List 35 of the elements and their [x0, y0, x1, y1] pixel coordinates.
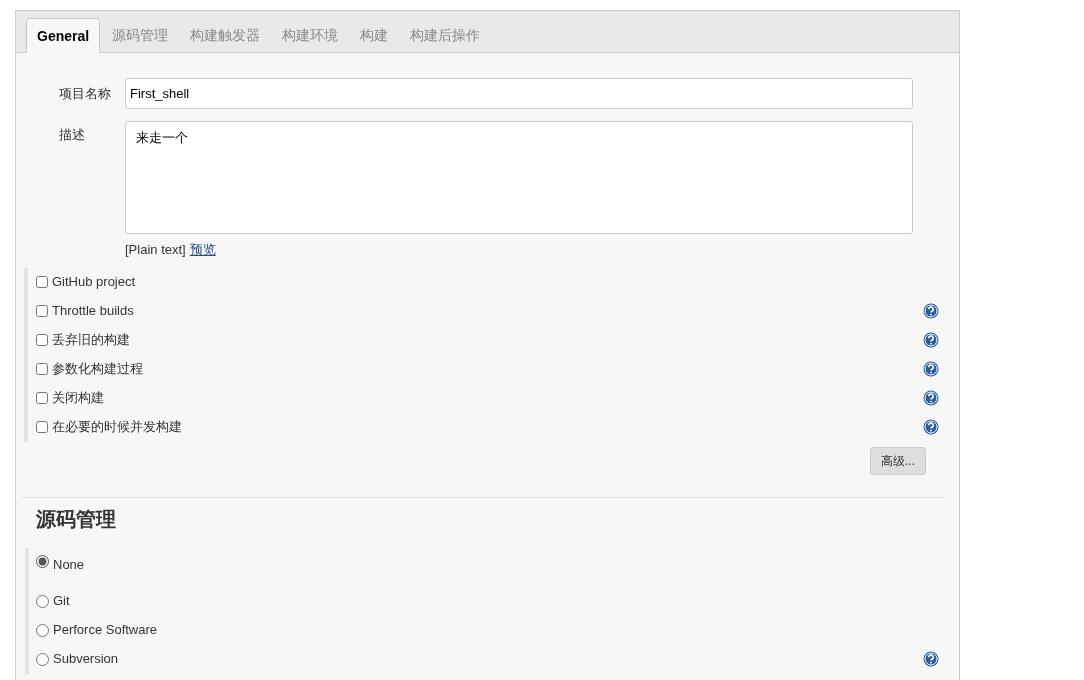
project-name-field[interactable]: First_shell	[125, 78, 913, 109]
radio-button[interactable]	[36, 652, 49, 666]
radio-button[interactable]	[36, 554, 49, 568]
checkbox[interactable]	[36, 363, 48, 375]
option-label: 在必要的时候并发构建	[52, 418, 183, 437]
option-label: 丢弃旧的构建	[52, 331, 131, 350]
help-icon[interactable]	[923, 390, 939, 406]
checkbox[interactable]	[36, 305, 48, 317]
format-label: [Plain text]	[125, 241, 186, 259]
option-label: 关闭构建	[52, 389, 105, 408]
option-label: Throttle builds	[52, 302, 135, 321]
checkbox[interactable]	[36, 334, 48, 346]
checkbox[interactable]	[36, 276, 48, 288]
description-field[interactable]: 来走一个	[125, 121, 913, 234]
option-label: 参数化构建过程	[52, 360, 144, 379]
help-icon[interactable]	[923, 651, 939, 667]
option-label: Perforce Software	[53, 621, 159, 640]
help-icon[interactable]	[923, 361, 939, 377]
field-label: 描述	[58, 126, 86, 144]
advanced-button[interactable]: 高级...	[870, 446, 926, 475]
help-icon[interactable]	[923, 303, 939, 319]
option-label: Git	[53, 592, 71, 611]
help-icon[interactable]	[923, 419, 939, 435]
option-label: GitHub project	[52, 273, 137, 292]
option-label: Subversion	[53, 650, 120, 669]
checkbox[interactable]	[36, 421, 48, 433]
checkbox[interactable]	[36, 392, 48, 404]
tab[interactable]: General	[26, 18, 101, 53]
help-icon[interactable]	[923, 332, 939, 348]
preview-link[interactable]: 预览	[189, 240, 216, 260]
field-label: 项目名称	[58, 85, 112, 103]
section-heading: 源码管理	[36, 506, 117, 532]
radio-button[interactable]	[36, 594, 49, 608]
radio-button[interactable]	[36, 623, 49, 637]
option-label: None	[53, 555, 86, 574]
